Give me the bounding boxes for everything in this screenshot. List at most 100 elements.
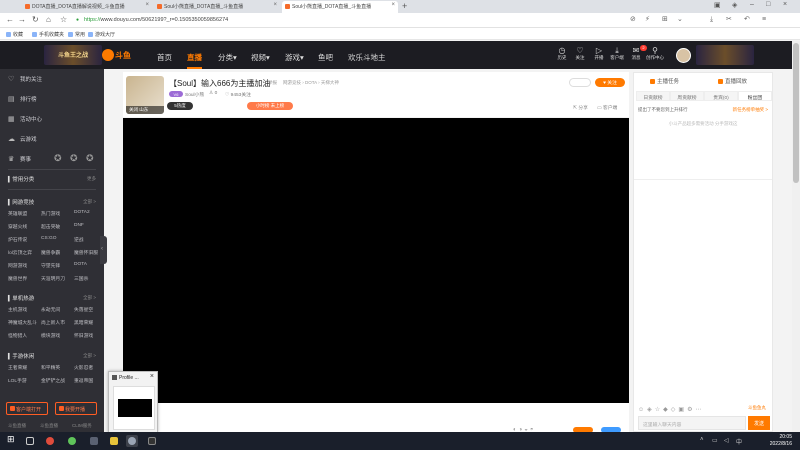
- douyu-logo[interactable]: 斗鱼: [102, 48, 132, 62]
- sidebar-item-following[interactable]: ♡ 我的关注: [8, 75, 42, 83]
- category-link[interactable]: 尚上新人市: [41, 319, 65, 326]
- send-button[interactable]: 发送: [748, 416, 770, 430]
- download-icon[interactable]: ⤓: [710, 16, 713, 24]
- category-link[interactable]: 神魔城大乱斗: [8, 319, 37, 326]
- address-bar[interactable]: ● https://www.douyu.com/5062199?_r=0.150…: [74, 15, 614, 26]
- category-link[interactable]: 黑暗荣耀: [74, 319, 93, 326]
- category-link[interactable]: LOL手游: [8, 377, 27, 384]
- sidebar-item-activity[interactable]: ▦ 活动中心: [8, 115, 42, 123]
- category-link[interactable]: 主机游戏: [8, 306, 27, 313]
- bookmark-item[interactable]: 手机收藏夹: [32, 31, 64, 38]
- client-button[interactable]: ⤓ 客户端: [608, 46, 626, 61]
- star-icon[interactable]: ☆: [655, 407, 663, 413]
- category-link[interactable]: 三国杀: [74, 275, 88, 282]
- shield-icon[interactable]: ◈: [732, 1, 737, 9]
- nav-doudizhu[interactable]: 欢乐斗地主: [348, 52, 386, 63]
- scrollbar-thumb[interactable]: [793, 43, 799, 183]
- footer-link[interactable]: 斗鱼直播: [40, 423, 58, 429]
- tab-replays[interactable]: 直播回放: [718, 77, 747, 85]
- menu-icon[interactable]: ≡: [762, 16, 766, 24]
- category-link[interactable]: 英雄联盟: [8, 210, 27, 217]
- user-avatar[interactable]: [676, 48, 691, 63]
- category-link[interactable]: 网游游戏: [8, 262, 27, 269]
- system-clock[interactable]: 20:05 2022/8/16: [748, 434, 792, 448]
- category-link[interactable]: 穿越火线: [8, 223, 27, 230]
- category-breadcrumb[interactable]: 网游竞技 › DOTA › 天梯大神: [283, 80, 339, 86]
- home-icon[interactable]: ⌂: [46, 16, 51, 24]
- subtab-vip[interactable]: 贵宾(0): [704, 91, 738, 101]
- browser-tab-3[interactable]: Soul小熊直播_DOTA直播_斗鱼直播 ×: [282, 1, 398, 13]
- nav-category[interactable]: 分类▾: [218, 52, 237, 63]
- extension-icon[interactable]: ▣: [714, 1, 721, 9]
- close-window-icon[interactable]: ×: [783, 1, 787, 8]
- taskbar-app-active[interactable]: [126, 435, 138, 447]
- team-logo-icon[interactable]: ✪: [70, 153, 78, 164]
- client-watch-button[interactable]: ▭ 客户端: [597, 104, 617, 111]
- emoji-icon[interactable]: ☺: [638, 407, 647, 413]
- category-link[interactable]: CS:GO: [41, 236, 56, 241]
- streamer-name[interactable]: Soul小熊: [185, 91, 204, 98]
- taskbar-app-green[interactable]: [66, 435, 78, 447]
- category-link[interactable]: 热门游戏: [41, 210, 60, 217]
- browser-tab-2[interactable]: Soul小熊直播_DOTA直播_斗鱼直播 ×: [154, 1, 280, 13]
- tray-chevron-icon[interactable]: ˄: [700, 437, 704, 443]
- category-link[interactable]: 模块游戏: [41, 332, 60, 339]
- task-view-button[interactable]: [24, 435, 36, 447]
- category-link[interactable]: 永劫无间: [41, 306, 60, 313]
- chat-input[interactable]: 这里输入聊天内容: [638, 416, 746, 430]
- more-link[interactable]: 更多: [87, 176, 96, 182]
- category-link[interactable]: 重返帝国: [74, 377, 93, 384]
- network-icon[interactable]: ▭: [712, 437, 718, 444]
- nav-video[interactable]: 视频▾: [251, 52, 270, 63]
- category-link[interactable]: 怀旧游戏: [74, 332, 93, 339]
- category-link[interactable]: 守望先锋: [41, 262, 60, 269]
- page-scrollbar[interactable]: [792, 41, 800, 432]
- category-link[interactable]: DOTA: [74, 262, 87, 267]
- fan-badge-icon[interactable]: ◆: [663, 407, 671, 413]
- category-link[interactable]: 魔兽世界: [8, 275, 27, 282]
- team-logo-icon[interactable]: ✪: [54, 153, 62, 164]
- collapse-sidebar-handle[interactable]: ‹: [100, 236, 107, 264]
- footer-link[interactable]: CLIM服务: [72, 423, 92, 429]
- more-link[interactable]: 全部 >: [83, 353, 96, 359]
- close-icon[interactable]: ×: [145, 2, 149, 8]
- streamer-avatar[interactable]: 关闭 山东: [126, 76, 164, 114]
- category-link[interactable]: lol云顶之弈: [8, 249, 32, 256]
- close-icon[interactable]: ×: [273, 2, 277, 8]
- taskbar-app-yellow[interactable]: [108, 435, 120, 447]
- category-link[interactable]: DNF: [74, 223, 84, 228]
- ime-icon[interactable]: 中: [736, 437, 742, 446]
- taskbar-browser-red[interactable]: [44, 435, 56, 447]
- team-logo-icon[interactable]: ✪: [86, 153, 94, 164]
- sidebar-item-cloud-games[interactable]: ☁ 云游戏: [8, 135, 37, 143]
- rank-tag[interactable]: 小时榜 未上榜: [247, 102, 293, 110]
- fish-ball-link[interactable]: 斗鱼鱼丸: [748, 405, 766, 411]
- category-link[interactable]: 和平精英: [41, 364, 60, 371]
- nav-home[interactable]: 首页: [157, 52, 172, 63]
- sidebar-item-events[interactable]: ♛ 赛事: [8, 155, 31, 163]
- category-link[interactable]: 金铲铲之战: [41, 377, 65, 384]
- category-link[interactable]: 魔兽争霸: [41, 249, 60, 256]
- nav-live[interactable]: 直播: [187, 52, 202, 69]
- task-lottery-link[interactable]: 新任务榜单抽奖 >: [733, 107, 768, 113]
- windows-start-button[interactable]: ⊞: [6, 434, 18, 447]
- sidebar-item-ranking[interactable]: ▤ 排行榜: [8, 95, 37, 103]
- more-link[interactable]: 全部 >: [83, 199, 96, 205]
- taskbar-app-dark[interactable]: [146, 435, 158, 447]
- category-link[interactable]: DOTA2: [74, 210, 90, 215]
- event-banner-right[interactable]: [696, 45, 754, 65]
- taskbar-app-steam[interactable]: [88, 435, 100, 447]
- new-tab-button[interactable]: +: [402, 1, 407, 11]
- volume-icon[interactable]: ◁: [724, 437, 729, 444]
- lightning-icon[interactable]: ⚡: [645, 16, 650, 24]
- chevron-down-icon[interactable]: ⌄: [677, 16, 683, 24]
- follow-streamer-button[interactable]: ♥ 关注: [595, 78, 625, 87]
- share-button[interactable]: ⇱ 分享: [573, 104, 588, 111]
- category-link[interactable]: 王者荣耀: [8, 364, 27, 371]
- go-live-sidebar-button[interactable]: 我要开播: [55, 402, 97, 415]
- star-icon[interactable]: ☆: [60, 16, 67, 24]
- browser-tab-1[interactable]: DOTA直播_DOTA直播解说视频_斗鱼直播 ×: [22, 1, 152, 13]
- history-button[interactable]: ◷ 历史: [553, 46, 571, 61]
- cut-icon[interactable]: ✂: [726, 16, 732, 24]
- grid-icon[interactable]: ⊞: [662, 16, 668, 24]
